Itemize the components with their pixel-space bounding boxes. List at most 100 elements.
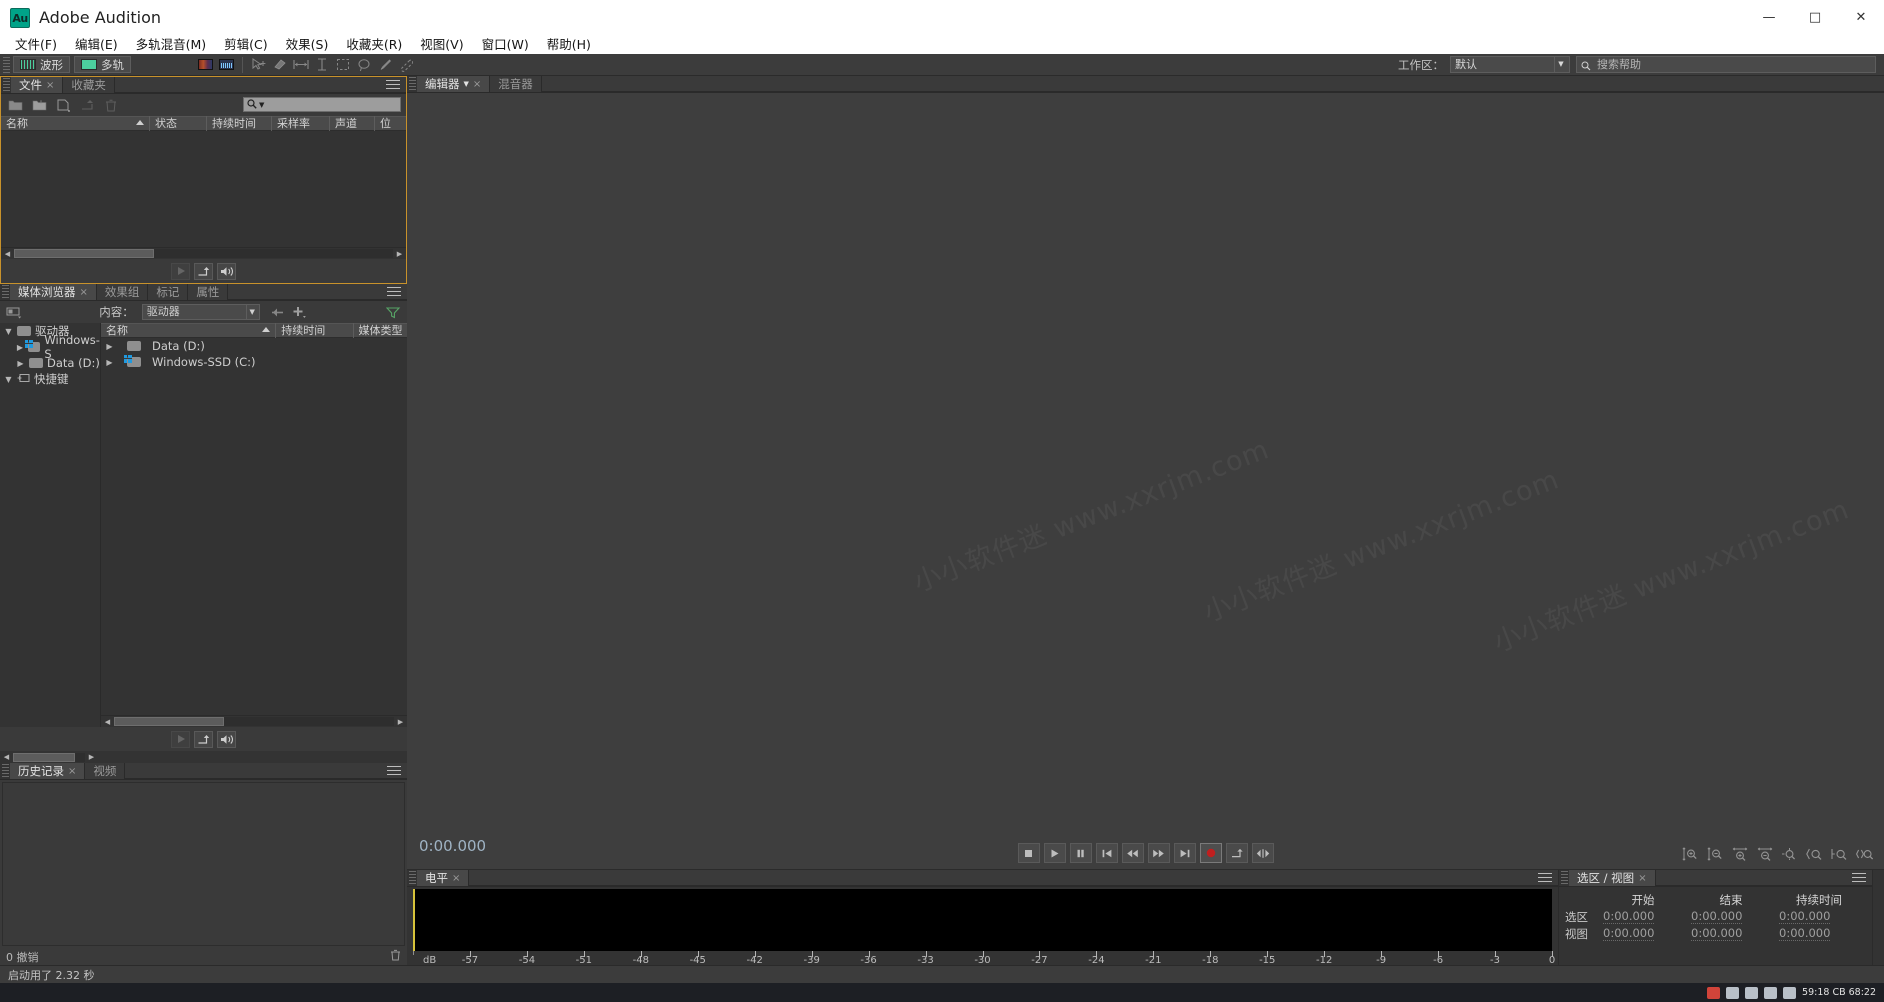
tab-levels[interactable]: 电平 × bbox=[417, 870, 470, 886]
delete-icon[interactable] bbox=[390, 949, 401, 964]
column-name[interactable]: 名称 bbox=[101, 323, 275, 338]
play-icon[interactable] bbox=[171, 262, 190, 280]
auto-play-icon[interactable] bbox=[217, 262, 236, 280]
scroll-left-icon[interactable]: ◀ bbox=[1, 248, 14, 259]
time-selection-icon[interactable] bbox=[291, 56, 310, 73]
scroll-left-icon[interactable]: ◀ bbox=[0, 752, 13, 763]
zoom-to-selection-in-icon[interactable] bbox=[1805, 845, 1824, 862]
multitrack-view-button[interactable]: 多轨 bbox=[74, 56, 131, 73]
panel-gripper[interactable] bbox=[409, 77, 416, 92]
minimize-button[interactable]: — bbox=[1746, 0, 1792, 35]
column-name[interactable]: 名称 bbox=[1, 116, 149, 131]
column-media-type[interactable]: 媒体类型 bbox=[352, 323, 408, 338]
waveform-view-button[interactable]: 波形 bbox=[13, 56, 70, 73]
close-icon[interactable]: × bbox=[80, 287, 88, 298]
toolbar-gripper[interactable] bbox=[3, 56, 10, 73]
close-icon[interactable]: × bbox=[1638, 873, 1646, 884]
right-edge-scroll[interactable] bbox=[1872, 870, 1884, 965]
panel-gripper[interactable] bbox=[1561, 871, 1568, 886]
scroll-right-icon[interactable]: ▶ bbox=[394, 716, 407, 727]
paintbrush-selection-icon[interactable] bbox=[375, 56, 394, 73]
files-horizontal-scrollbar[interactable]: ◀ ▶ bbox=[1, 247, 406, 259]
column-channels[interactable]: 声道 bbox=[329, 116, 374, 131]
back-arrow-icon[interactable] bbox=[268, 305, 284, 320]
pause-icon[interactable] bbox=[1069, 843, 1092, 863]
tab-mixer[interactable]: 混音器 bbox=[490, 76, 542, 92]
fast-forward-icon[interactable] bbox=[1147, 843, 1170, 863]
menu-file[interactable]: 文件(F) bbox=[6, 35, 66, 54]
column-sample-rate[interactable]: 采样率 bbox=[271, 116, 329, 131]
scroll-thumb[interactable] bbox=[114, 717, 224, 726]
add-shortcut-icon[interactable] bbox=[292, 305, 308, 320]
content-select[interactable]: 驱动器 ▼ bbox=[141, 304, 260, 320]
selection-end-field[interactable]: 0:00.000 bbox=[1687, 909, 1775, 924]
panel-gripper[interactable] bbox=[2, 764, 9, 779]
skip-selection-icon[interactable] bbox=[1251, 843, 1274, 863]
tree-item-shortcuts[interactable]: ▼ 快捷键 bbox=[0, 371, 100, 387]
history-list[interactable] bbox=[2, 782, 405, 946]
chevron-down-icon[interactable]: ▼ bbox=[259, 101, 264, 109]
selection-start-field[interactable]: 0:00.000 bbox=[1599, 909, 1687, 924]
play-icon[interactable] bbox=[171, 730, 190, 748]
tray-icon[interactable] bbox=[1764, 986, 1778, 999]
move-tool-icon[interactable] bbox=[249, 56, 268, 73]
panel-menu-icon[interactable] bbox=[1538, 872, 1552, 884]
auto-play-icon[interactable] bbox=[217, 730, 236, 748]
spectral-frequency-icon[interactable] bbox=[196, 56, 215, 73]
zoom-out-time-icon[interactable] bbox=[1755, 845, 1774, 862]
import-folder-icon[interactable] bbox=[31, 98, 47, 113]
menu-favorites[interactable]: 收藏夹(R) bbox=[337, 35, 411, 54]
delete-icon[interactable] bbox=[103, 98, 119, 113]
close-icon[interactable]: × bbox=[452, 873, 460, 884]
skip-to-end-icon[interactable] bbox=[1173, 843, 1196, 863]
open-file-icon[interactable] bbox=[7, 98, 23, 113]
close-icon[interactable]: × bbox=[68, 766, 76, 777]
media-browser-horizontal-scrollbar[interactable]: ◀ ▶ bbox=[101, 715, 407, 727]
tab-properties[interactable]: 属性 bbox=[188, 284, 229, 300]
insert-into-multitrack-icon[interactable] bbox=[194, 262, 213, 280]
level-meter[interactable] bbox=[413, 889, 1552, 951]
insert-into-multitrack-icon[interactable] bbox=[194, 730, 213, 748]
zoom-in-amplitude-icon[interactable] bbox=[1680, 845, 1699, 862]
scroll-track[interactable] bbox=[114, 717, 394, 726]
chevron-right-icon[interactable]: ▶ bbox=[16, 343, 24, 352]
help-search-input[interactable]: 搜索帮助 bbox=[1576, 56, 1876, 73]
scroll-right-icon[interactable]: ▶ bbox=[393, 248, 406, 259]
scroll-track[interactable] bbox=[13, 752, 85, 762]
close-button[interactable]: ✕ bbox=[1838, 0, 1884, 35]
tree-item-data[interactable]: ▶ Data (D:) bbox=[0, 355, 100, 371]
close-icon[interactable]: × bbox=[46, 80, 54, 91]
close-icon[interactable]: × bbox=[473, 79, 481, 90]
panel-menu-icon[interactable] bbox=[386, 79, 400, 91]
media-browser-tree[interactable]: ▼ 驱动器 ▶ Windows-S ▶ Data (D:) ▼ 快捷键 bbox=[0, 323, 101, 727]
tray-icon[interactable] bbox=[1707, 986, 1721, 999]
editor-canvas[interactable]: 小小软件迷 www.xxrjm.com 小小软件迷 www.xxrjm.com … bbox=[407, 93, 1884, 869]
chevron-right-icon[interactable]: ▶ bbox=[105, 358, 114, 367]
menu-multitrack[interactable]: 多轨混音(M) bbox=[127, 35, 216, 54]
media-browser-rows[interactable]: ▶ Data (D:) ▶ Windows-SSD (C:) bbox=[101, 338, 407, 715]
chevron-down-icon[interactable]: ▼ bbox=[4, 375, 13, 384]
tab-media-browser[interactable]: 媒体浏览器 × bbox=[10, 284, 97, 300]
column-status[interactable]: 状态 bbox=[149, 116, 206, 131]
tree-item-windows-ssd[interactable]: ▶ Windows-S bbox=[0, 333, 100, 361]
chevron-right-icon[interactable]: ▶ bbox=[105, 342, 114, 351]
zoom-to-selection-out-icon[interactable] bbox=[1830, 845, 1849, 862]
scroll-track[interactable] bbox=[14, 249, 393, 258]
panel-gripper[interactable] bbox=[409, 871, 416, 886]
scroll-thumb[interactable] bbox=[14, 249, 154, 258]
spot-healing-brush-icon[interactable] bbox=[396, 56, 415, 73]
scroll-right-icon[interactable]: ▶ bbox=[85, 752, 98, 763]
spectral-pitch-icon[interactable] bbox=[217, 56, 236, 73]
menu-edit[interactable]: 编辑(E) bbox=[66, 35, 127, 54]
workspace-select[interactable]: 默认 ▼ bbox=[1450, 56, 1570, 73]
tab-markers[interactable]: 标记 bbox=[148, 284, 189, 300]
chevron-right-icon[interactable]: ▶ bbox=[16, 359, 25, 368]
panel-menu-icon[interactable] bbox=[387, 765, 401, 777]
menu-effects[interactable]: 效果(S) bbox=[277, 35, 338, 54]
column-bit-depth[interactable]: 位 bbox=[374, 116, 398, 131]
tab-effects-rack[interactable]: 效果组 bbox=[96, 284, 149, 300]
column-duration[interactable]: 持续时间 bbox=[275, 323, 352, 338]
panel-gripper[interactable] bbox=[2, 285, 9, 300]
skip-to-start-icon[interactable] bbox=[1095, 843, 1118, 863]
tab-files[interactable]: 文件 × bbox=[11, 77, 64, 93]
